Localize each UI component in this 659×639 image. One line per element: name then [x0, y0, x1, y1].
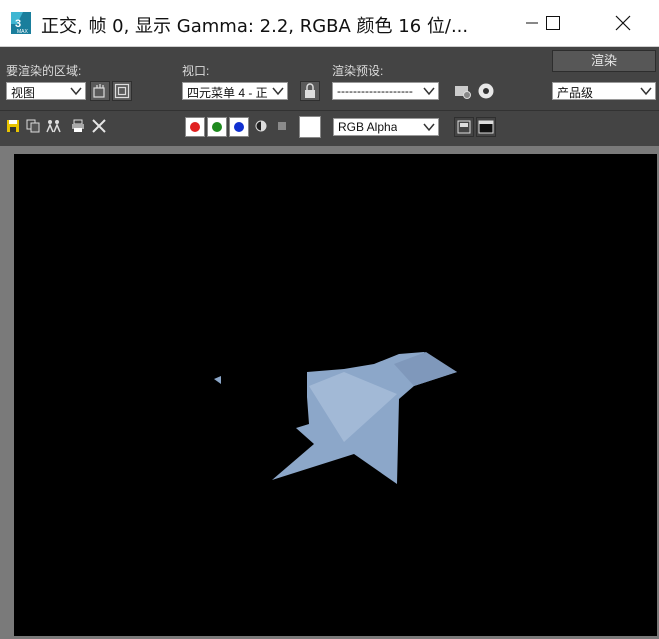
- area-dropdown[interactable]: 视图: [6, 82, 86, 100]
- mono-toggle-button[interactable]: [274, 118, 290, 134]
- display-channel-dropdown[interactable]: RGB Alpha: [333, 118, 439, 136]
- copy-icon: [26, 119, 40, 133]
- chevron-down-icon: [423, 123, 435, 132]
- channel-value: RGB Alpha: [338, 120, 398, 134]
- chevron-down-icon: [423, 87, 435, 96]
- maximize-button[interactable]: [530, 0, 576, 46]
- clear-image-button[interactable]: [91, 118, 107, 134]
- area-label: 要渲染的区域:: [6, 64, 82, 78]
- save-image-button[interactable]: [5, 118, 21, 134]
- maximize-icon: [546, 16, 560, 30]
- quality-dropdown[interactable]: 产品级: [552, 82, 656, 100]
- rendered-image-canvas: [14, 154, 657, 636]
- alpha-toggle-button[interactable]: [253, 118, 269, 134]
- clone-figures-icon: [46, 120, 61, 133]
- toggle-ui-button[interactable]: [476, 117, 496, 137]
- green-channel-icon: [212, 122, 222, 132]
- region-select-icon: [114, 83, 130, 99]
- chevron-down-icon: [272, 87, 284, 96]
- viewport-dropdown[interactable]: 四元菜单 4 - 正: [182, 82, 288, 100]
- red-channel-toggle[interactable]: [185, 117, 205, 137]
- blue-channel-icon: [234, 122, 244, 132]
- edit-region-icon: [93, 84, 105, 98]
- app-icon-text: MAX: [17, 29, 29, 35]
- window-title: 正交, 帧 0, 显示 Gamma: 2.2, RGBA 颜色 16 位/...: [41, 16, 469, 37]
- environment-button[interactable]: [476, 81, 496, 101]
- render-setup-icon: [455, 86, 471, 99]
- toggle-ui-overlay-button[interactable]: [454, 117, 474, 137]
- chevron-down-icon: [70, 87, 82, 96]
- close-button[interactable]: [600, 0, 646, 46]
- clone-window-button[interactable]: [46, 118, 62, 134]
- 3ds-max-icon: 3 MAX: [9, 10, 33, 36]
- auto-region-button[interactable]: [112, 81, 132, 101]
- title-bar: 3 MAX 正交, 帧 0, 显示 Gamma: 2.2, RGBA 颜色 16…: [0, 0, 659, 47]
- preset-dropdown[interactable]: -------------------: [332, 82, 439, 100]
- window-icon: [478, 120, 494, 134]
- rendered-model: [214, 352, 457, 484]
- rendered-frame-window: 3 MAX 正交, 帧 0, 显示 Gamma: 2.2, RGBA 颜色 16…: [0, 0, 659, 639]
- preset-label: 渲染预设:: [332, 64, 384, 78]
- lock-viewport-button[interactable]: [300, 81, 320, 101]
- viewport-label: 视口:: [182, 64, 210, 78]
- render-setup-button[interactable]: [453, 81, 473, 101]
- edit-region-button[interactable]: [90, 81, 110, 101]
- save-icon: [7, 120, 19, 132]
- green-channel-toggle[interactable]: [207, 117, 227, 137]
- background-color-swatch[interactable]: [299, 116, 321, 138]
- clear-x-icon: [92, 119, 106, 133]
- half-circle-icon: [255, 120, 267, 132]
- chevron-down-icon: [640, 87, 652, 96]
- red-channel-icon: [190, 122, 200, 132]
- environment-icon: [478, 83, 494, 99]
- viewport-value: 四元菜单 4 - 正: [187, 86, 268, 100]
- panel-icon: [457, 120, 471, 134]
- render-button[interactable]: 渲染: [552, 50, 656, 72]
- preset-value: -------------------: [337, 84, 413, 98]
- toolbar-divider: [0, 110, 659, 111]
- quality-value: 产品级: [557, 86, 594, 100]
- print-icon: [72, 119, 84, 132]
- print-image-button[interactable]: [70, 118, 86, 134]
- mono-square-icon: [278, 122, 286, 130]
- lock-icon: [305, 83, 315, 98]
- area-value: 视图: [11, 86, 36, 100]
- copy-image-button[interactable]: [25, 118, 41, 134]
- blue-channel-toggle[interactable]: [229, 117, 249, 137]
- close-icon: [615, 15, 631, 31]
